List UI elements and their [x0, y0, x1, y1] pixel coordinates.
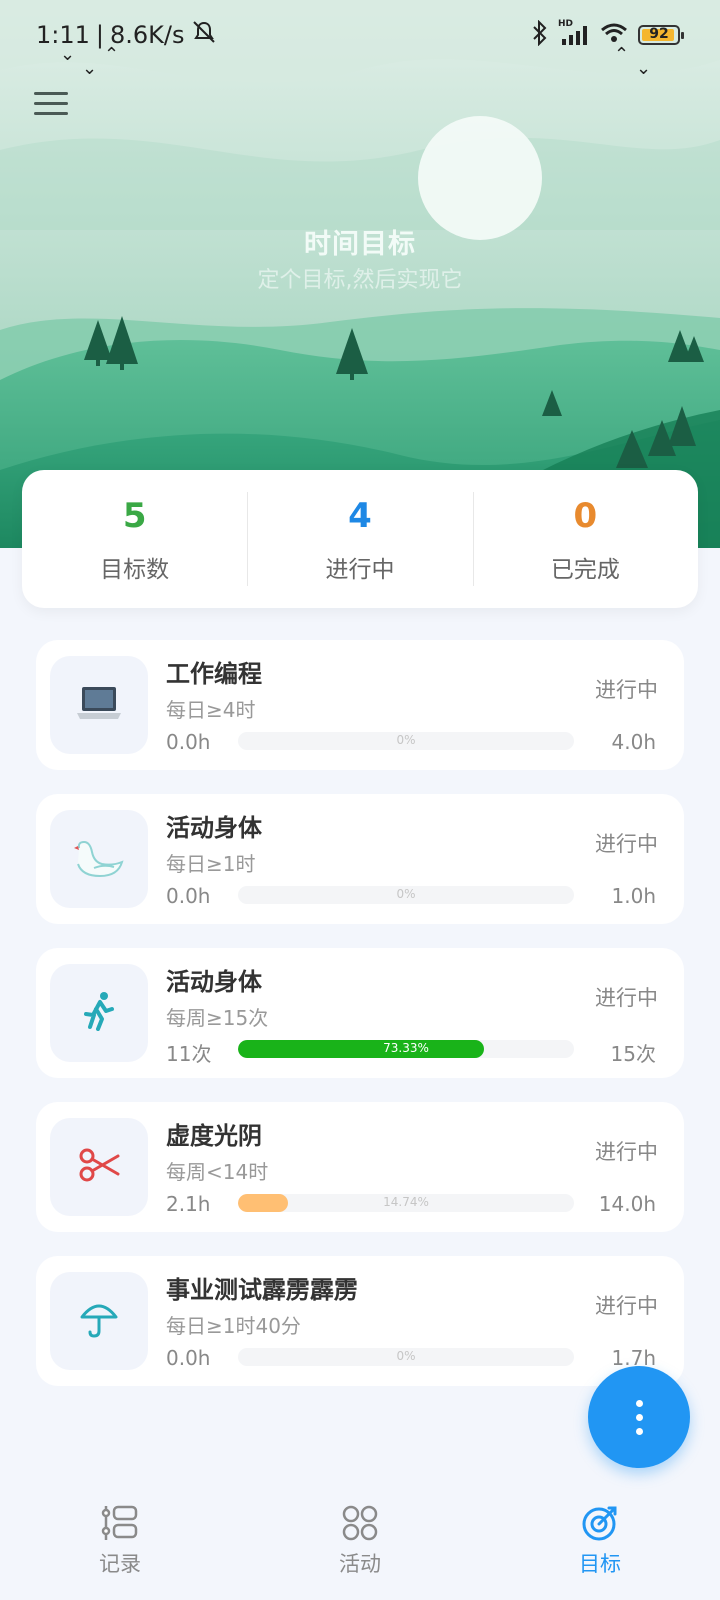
- stat-in-progress[interactable]: 4 进行中: [247, 470, 472, 608]
- tab-label: 目标: [579, 1552, 621, 1576]
- goal-card[interactable]: 虚度光阴 每周<14时 进行中 2.1h 14.74% 14.0h: [36, 1102, 684, 1232]
- cell-signal-icon: HD: [558, 19, 590, 47]
- goal-name: 虚度光阴: [166, 1122, 262, 1150]
- goal-name: 活动身体: [166, 968, 262, 996]
- activity-grid-icon: [342, 1505, 378, 1541]
- goal-status: 进行中: [595, 1294, 658, 1318]
- goal-card[interactable]: 事业测试霹雳霹雳 每日≥1时40分 进行中 0.0h 0% 1.7h: [36, 1256, 684, 1386]
- chevron-down-icon: ⌄: [82, 58, 98, 79]
- goal-name: 活动身体: [166, 814, 262, 842]
- goal-status: 进行中: [595, 832, 658, 856]
- runner-icon: [82, 991, 116, 1035]
- goal-rule: 每日≥1时: [166, 852, 256, 876]
- stat-completed[interactable]: 0 已完成: [472, 470, 698, 608]
- network-speed: 8.6K/s: [110, 21, 185, 49]
- chevron-up-icon: ⌃: [614, 44, 630, 65]
- tab-activity[interactable]: 活动: [240, 1492, 480, 1600]
- tab-label: 活动: [339, 1552, 381, 1576]
- goal-icon-box: [50, 1272, 148, 1370]
- goal-progress-label: 0%: [396, 733, 416, 747]
- stat-label: 进行中: [325, 557, 395, 583]
- chevron-down-icon: ⌄: [60, 44, 76, 65]
- menu-hamburger-icon[interactable]: [34, 92, 68, 118]
- goal-progress-bar: 0%: [238, 886, 574, 904]
- goal-icon-box: [50, 656, 148, 754]
- goal-target: 4.0h: [611, 730, 656, 754]
- goal-status: 进行中: [595, 678, 658, 702]
- goal-target: 15次: [610, 1042, 656, 1066]
- target-icon: [582, 1506, 617, 1541]
- goal-progress-label: 0%: [396, 887, 416, 901]
- goal-current: 2.1h: [166, 1192, 211, 1216]
- more-options-button[interactable]: [588, 1366, 690, 1468]
- goal-progress-bar: 0%: [238, 732, 574, 750]
- bluetooth-icon: [532, 19, 548, 50]
- mute-bell-icon: [191, 20, 217, 50]
- page-subtitle: 定个目标,然后实现它: [257, 268, 463, 293]
- goal-icon-box: [50, 1118, 148, 1216]
- stats-card: 5 目标数 4 进行中 0 已完成: [22, 470, 698, 608]
- goal-card[interactable]: 活动身体 每日≥1时 进行中 0.0h 0% 1.0h: [36, 794, 684, 924]
- goal-current: 0.0h: [166, 1346, 211, 1370]
- stat-label: 目标数: [100, 557, 170, 583]
- goal-status: 进行中: [595, 986, 658, 1010]
- goal-progress-label: 73.33%: [383, 1041, 429, 1055]
- swan-icon: [72, 834, 126, 884]
- goal-card[interactable]: 工作编程 每日≥4时 进行中 0.0h 0% 4.0h: [36, 640, 684, 770]
- goal-current: 11次: [166, 1042, 212, 1066]
- status-bar: 1:11 | 8.6K/s ⌄ ⌄ ⌃ HD 92 ⌃ ⌄: [0, 0, 720, 79]
- goal-progress-bar: 14.74%: [238, 1194, 574, 1212]
- stat-label: 已完成: [550, 557, 620, 583]
- goal-rule: 每日≥4时: [166, 698, 256, 722]
- goal-rule: 每周≥15次: [166, 1006, 269, 1030]
- goal-rule: 每周<14时: [166, 1160, 269, 1184]
- goal-progress-label: 0%: [396, 1349, 416, 1363]
- stat-total-goals[interactable]: 5 目标数: [22, 470, 247, 608]
- tab-target[interactable]: 目标: [480, 1492, 720, 1600]
- goal-icon-box: [50, 810, 148, 908]
- goal-progress-bar: 0%: [238, 1348, 574, 1366]
- goal-status: 进行中: [595, 1140, 658, 1164]
- scissors-icon: [78, 1148, 120, 1186]
- page-title: 时间目标: [304, 229, 416, 260]
- goal-current: 0.0h: [166, 730, 211, 754]
- stat-value: 4: [348, 496, 372, 536]
- status-right: HD 92: [532, 19, 684, 50]
- goal-progress-bar: 73.33%: [238, 1040, 574, 1058]
- battery-icon: 92: [638, 25, 684, 45]
- stat-value: 5: [122, 496, 147, 536]
- chevron-down-icon: ⌄: [636, 58, 652, 79]
- tab-record[interactable]: 记录: [0, 1492, 240, 1600]
- goal-target: 14.0h: [598, 1192, 656, 1216]
- goal-progress-label: 14.74%: [383, 1195, 429, 1209]
- laptop-icon: [74, 683, 124, 727]
- goal-icon-box: [50, 964, 148, 1062]
- goal-rule: 每日≥1时40分: [166, 1314, 301, 1338]
- umbrella-icon: [79, 1299, 119, 1343]
- stat-value: 0: [573, 496, 598, 536]
- bottom-tab-bar: 记录 活动 目标: [0, 1492, 720, 1600]
- record-list-icon: [101, 1505, 138, 1540]
- goal-name: 事业测试霹雳霹雳: [166, 1276, 358, 1304]
- goal-name: 工作编程: [166, 660, 262, 688]
- tab-label: 记录: [99, 1552, 141, 1576]
- goal-target: 1.0h: [611, 884, 656, 908]
- separator: |: [95, 21, 104, 49]
- goal-current: 0.0h: [166, 884, 211, 908]
- goal-card[interactable]: 活动身体 每周≥15次 进行中 11次 73.33% 15次: [36, 948, 684, 1078]
- chevron-up-icon: ⌃: [104, 44, 120, 65]
